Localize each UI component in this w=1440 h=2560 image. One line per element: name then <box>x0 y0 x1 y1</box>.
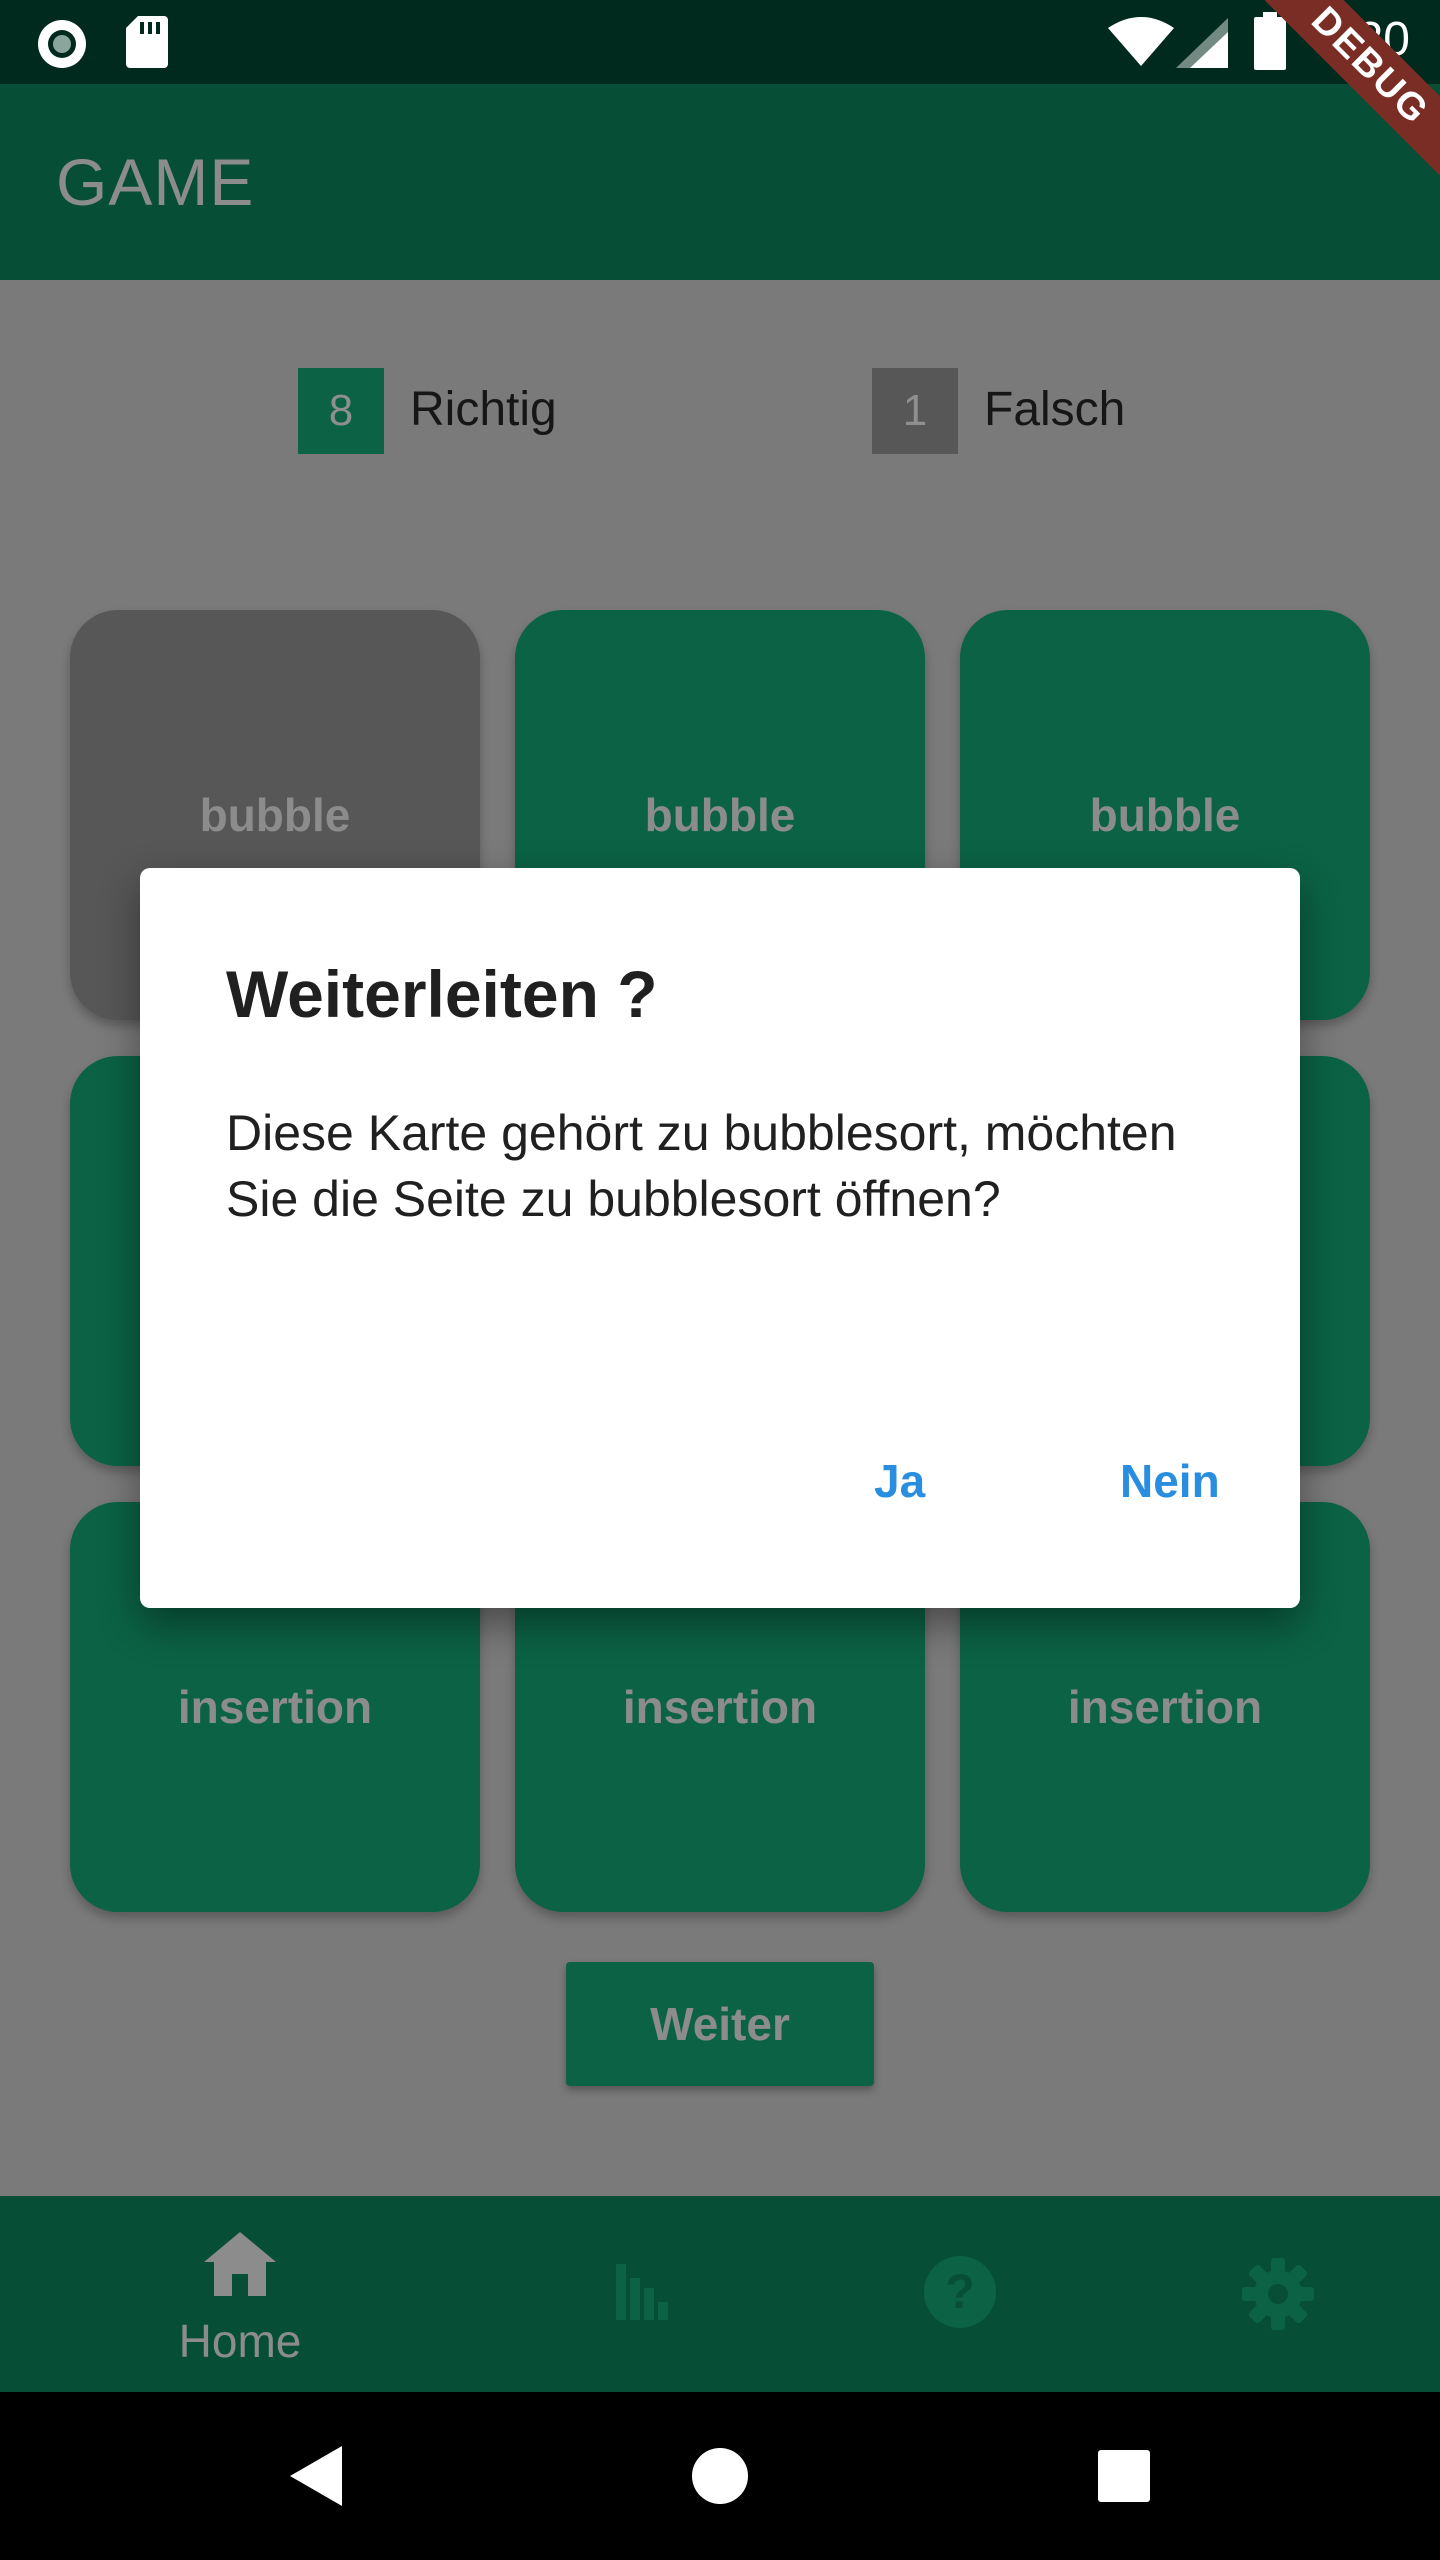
settings-icon <box>1242 2258 1314 2330</box>
card-label: insertion <box>622 1681 818 1733</box>
battery-icon <box>1254 12 1286 70</box>
home-icon <box>204 2232 276 2296</box>
nav-item-help[interactable]: ? <box>800 2196 1120 2392</box>
home-circle-icon[interactable] <box>692 2448 748 2504</box>
wrong-count-badge: 1 <box>872 368 958 454</box>
svg-text:?: ? <box>945 2266 974 2319</box>
signal-icon <box>1176 18 1228 68</box>
app-bar: GAME <box>0 84 1440 280</box>
yes-button[interactable]: Ja <box>854 1444 945 1518</box>
status-bar: 4:20 <box>0 0 1440 84</box>
redirect-dialog: Weiterleiten ? Diese Karte gehört zu bub… <box>140 868 1300 1608</box>
card-label: insertion <box>1067 1681 1263 1733</box>
system-nav-bar <box>0 2392 1440 2560</box>
card-label: insertion <box>177 1681 373 1733</box>
nav-item-stats[interactable] <box>480 2196 800 2392</box>
dialog-title: Weiterleiten ? <box>226 957 658 1031</box>
wrong-label: Falsch <box>984 383 1126 436</box>
recents-icon[interactable] <box>1098 2450 1150 2502</box>
correct-count: 8 <box>328 386 354 435</box>
record-icon <box>38 20 86 68</box>
nav-label-home: Home <box>178 2315 302 2367</box>
no-button[interactable]: Nein <box>1100 1444 1240 1518</box>
correct-label: Richtig <box>410 383 557 436</box>
card-label: bubble <box>1089 789 1241 841</box>
weiter-button[interactable]: Weiter <box>566 1962 874 2086</box>
card-label: bubble <box>199 789 351 841</box>
app-title: GAME <box>56 145 255 219</box>
nav-item-settings[interactable] <box>1120 2196 1440 2392</box>
nav-item-home[interactable]: Home <box>80 2196 400 2392</box>
bottom-nav: Home ? <box>0 2196 1440 2392</box>
back-icon[interactable] <box>290 2446 342 2506</box>
wifi-icon <box>1108 17 1174 66</box>
sd-card-icon <box>126 16 168 68</box>
stats-icon <box>616 2264 668 2320</box>
wrong-count: 1 <box>902 386 928 435</box>
dialog-message: Diese Karte gehört zu bubblesort, möchte… <box>226 1105 1177 1227</box>
card-label: bubble <box>644 789 796 841</box>
help-icon: ? <box>924 2256 996 2328</box>
correct-count-badge: 8 <box>298 368 384 454</box>
